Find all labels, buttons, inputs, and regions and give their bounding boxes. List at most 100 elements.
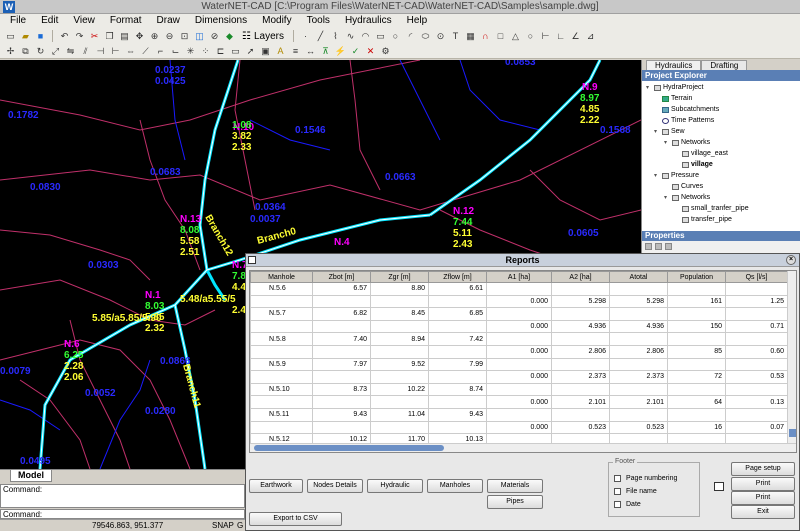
- break-icon[interactable]: ⟋: [139, 45, 152, 58]
- tree-item[interactable]: ▾ Networks: [664, 194, 710, 201]
- earthwork-button[interactable]: Earthwork: [249, 479, 303, 493]
- array-icon[interactable]: ⁘: [199, 45, 212, 58]
- hydraulic-button[interactable]: Hydraulic: [367, 479, 423, 493]
- table-row[interactable]: 0.000 0.523 0.523 16 0.07: [250, 420, 788, 435]
- page-numbering-checkbox[interactable]: Page numbering: [614, 475, 677, 482]
- column-header[interactable]: Population: [667, 271, 726, 283]
- collapse-icon[interactable]: ▾: [646, 84, 652, 91]
- close-icon[interactable]: ×: [786, 255, 796, 265]
- tree-item[interactable]: ▾ Sew: [654, 128, 685, 135]
- tree-item[interactable]: ▾ HydraProject: [646, 84, 703, 91]
- delete-icon[interactable]: ✕: [364, 45, 377, 58]
- menu-draw[interactable]: Draw: [151, 14, 189, 28]
- layer-manager-icon[interactable]: ◆: [223, 30, 236, 43]
- tree-item[interactable]: small_tranfer_pipe: [682, 205, 749, 212]
- checkbox-box[interactable]: [614, 488, 621, 495]
- menu-edit[interactable]: Edit: [35, 14, 67, 28]
- pipes-button[interactable]: Pipes: [487, 495, 543, 509]
- ellipse-icon[interactable]: ⬭: [419, 30, 432, 43]
- checkbox-box[interactable]: [614, 501, 621, 508]
- menu-hydraulics[interactable]: Hydraulics: [339, 14, 401, 28]
- circle-tool-icon[interactable]: ○: [524, 30, 537, 43]
- file-name-checkbox[interactable]: File name: [614, 488, 657, 495]
- materials-button[interactable]: Materials: [487, 479, 543, 493]
- manholes-button[interactable]: Manholes: [427, 479, 483, 493]
- axes-icon[interactable]: ⊢: [539, 30, 552, 43]
- new-file-icon[interactable]: ▭: [4, 30, 17, 43]
- rotate-icon[interactable]: ↻: [34, 45, 47, 58]
- copy-icon[interactable]: ❐: [103, 30, 116, 43]
- stretch-icon[interactable]: ⇔: [124, 45, 137, 58]
- dimension-icon[interactable]: ⊿: [584, 30, 597, 43]
- tree-item[interactable]: Subcatchments: [662, 106, 719, 113]
- properties-icon[interactable]: ≡: [289, 45, 302, 58]
- command-input[interactable]: Command:: [0, 509, 245, 519]
- tab-hydraulics[interactable]: Hydraulics: [646, 60, 702, 70]
- menu-format[interactable]: Format: [104, 14, 151, 28]
- zoom-previous-icon[interactable]: ⊘: [208, 30, 221, 43]
- tree-item[interactable]: village: [682, 161, 713, 168]
- mirror-icon[interactable]: ⇋: [64, 45, 77, 58]
- tree-item[interactable]: ▾ Pressure: [654, 172, 699, 179]
- arc-icon[interactable]: ◠: [359, 30, 372, 43]
- menu-modify[interactable]: Modify: [256, 14, 300, 28]
- collapse-icon[interactable]: ▾: [654, 128, 660, 135]
- text-style-icon[interactable]: A: [274, 45, 287, 58]
- offset-icon[interactable]: ⫽: [79, 45, 92, 58]
- angle-icon[interactable]: ∠: [569, 30, 582, 43]
- group-icon[interactable]: ▣: [259, 45, 272, 58]
- sort-alpha-icon[interactable]: [655, 242, 662, 250]
- cut-icon[interactable]: ✂: [88, 30, 101, 43]
- checkbox-box[interactable]: [614, 475, 621, 482]
- table-row[interactable]: 0.000 2.806 2.806 85 0.60: [250, 344, 788, 359]
- text-icon[interactable]: T: [449, 30, 462, 43]
- pointer-icon[interactable]: ➚: [244, 45, 257, 58]
- property-pages-icon[interactable]: [665, 242, 672, 250]
- collapse-icon[interactable]: ▾: [654, 172, 660, 179]
- profile-icon[interactable]: ⊼: [319, 45, 332, 58]
- menu-tools[interactable]: Tools: [301, 14, 339, 28]
- spline-icon[interactable]: ∿: [344, 30, 357, 43]
- tree-item[interactable]: Terrain: [662, 95, 692, 102]
- column-header[interactable]: Manhole: [250, 271, 313, 283]
- copy-object-icon[interactable]: ⧉: [19, 45, 32, 58]
- table-row[interactable]: N.5.10 8.73 10.22 8.74: [250, 382, 788, 397]
- menu-view[interactable]: View: [67, 14, 104, 28]
- export-csv-button[interactable]: Export to CSV: [249, 512, 342, 526]
- point-icon[interactable]: ·: [299, 30, 312, 43]
- zoom-in-icon[interactable]: ⊕: [148, 30, 161, 43]
- horizontal-scrollbar[interactable]: [250, 443, 796, 452]
- table-row[interactable]: 0.000 2.373 2.373 72 0.53: [250, 370, 788, 384]
- exit-button[interactable]: Exit: [731, 505, 795, 519]
- polyline-icon[interactable]: ⌇: [329, 30, 342, 43]
- scroll-thumb[interactable]: [789, 429, 796, 437]
- table-row[interactable]: N.5.9 7.97 9.52 7.99: [250, 357, 788, 372]
- zoom-window-icon[interactable]: ◫: [193, 30, 206, 43]
- print-preview-button[interactable]: Print: [731, 491, 795, 505]
- save-icon[interactable]: ■: [34, 30, 47, 43]
- chamfer-icon[interactable]: ⌙: [169, 45, 182, 58]
- table-row[interactable]: N.5.7 6.82 8.45 6.85: [250, 307, 788, 321]
- column-header[interactable]: A2 [ha]: [551, 271, 610, 283]
- tree-item[interactable]: village_east: [682, 150, 728, 157]
- column-header[interactable]: Zgr [m]: [370, 271, 429, 283]
- pan-icon[interactable]: ✥: [133, 30, 146, 43]
- tree-item[interactable]: Curves: [672, 183, 703, 190]
- check-icon[interactable]: ✓: [349, 45, 362, 58]
- hatch-icon[interactable]: ▦: [464, 30, 477, 43]
- table-row[interactable]: 0.000 4.936 4.936 150 0.71: [250, 319, 788, 334]
- collapse-icon[interactable]: ▾: [664, 194, 670, 201]
- move-icon[interactable]: ✢: [4, 45, 17, 58]
- extend-icon[interactable]: ⊢: [109, 45, 122, 58]
- print-button[interactable]: Print: [731, 477, 795, 491]
- fillet-icon[interactable]: ⌐: [154, 45, 167, 58]
- table-row[interactable]: N.5.6 6.57 8.80 6.61: [250, 282, 788, 296]
- scroll-thumb[interactable]: [254, 445, 444, 451]
- tab-model[interactable]: Model: [10, 470, 52, 482]
- column-header[interactable]: Qs [l/s]: [725, 271, 788, 283]
- redo-icon[interactable]: ↷: [73, 30, 86, 43]
- tree-item[interactable]: ▾ Networks: [664, 139, 710, 146]
- paste-icon[interactable]: ▤: [118, 30, 131, 43]
- column-header[interactable]: Atotal: [609, 271, 668, 283]
- vertical-scrollbar[interactable]: [787, 271, 796, 443]
